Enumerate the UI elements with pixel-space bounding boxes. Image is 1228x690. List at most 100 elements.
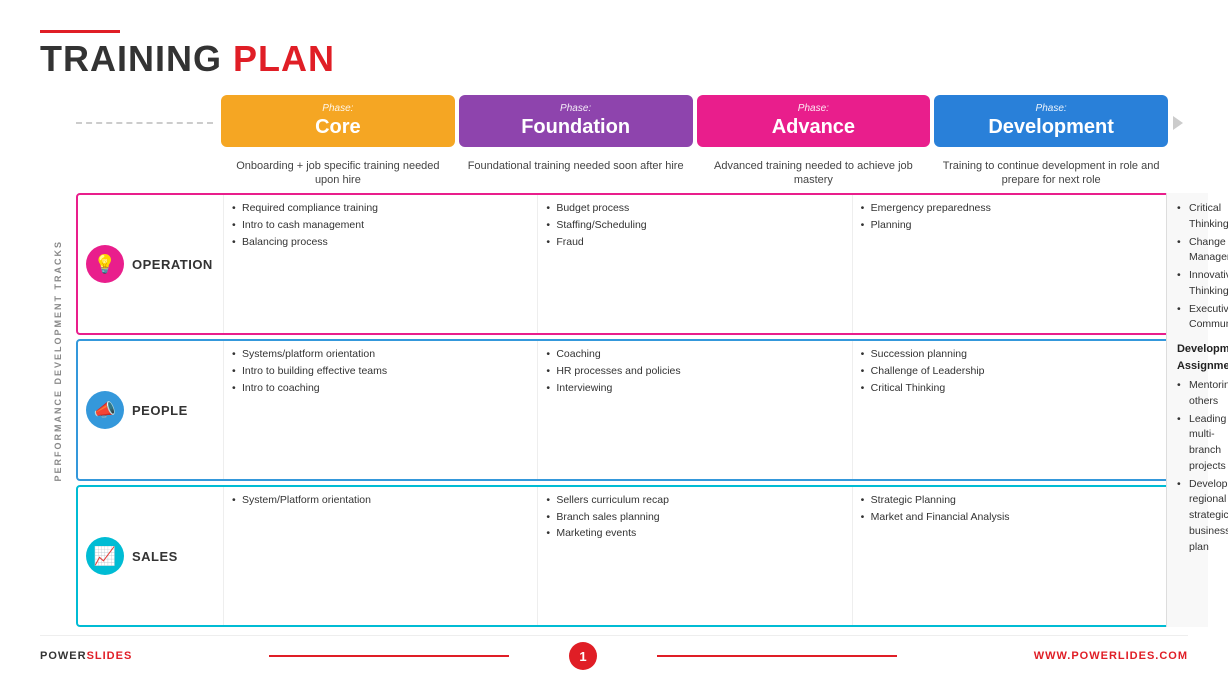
people-core-cell: Systems/platform orientation Intro to bu… bbox=[223, 341, 537, 479]
footer-line-right bbox=[657, 655, 897, 657]
phase-row: Phase: Core Phase: Foundation bbox=[76, 95, 1188, 151]
brand-slides: SLIDES bbox=[87, 650, 133, 662]
footer-brand: POWERSLIDES bbox=[40, 650, 132, 662]
sales-advance-cell: Strategic Planning Market and Financial … bbox=[852, 487, 1166, 625]
title-part2: PLAN bbox=[233, 38, 335, 79]
people-advance-list: Succession planning Challenge of Leaders… bbox=[861, 347, 1158, 395]
desc-core: Onboarding + job specific training neede… bbox=[221, 159, 455, 188]
red-line-decoration bbox=[40, 30, 120, 33]
list-item: Intro to building effective teams bbox=[232, 364, 529, 379]
track-data-operation: Required compliance training Intro to ca… bbox=[223, 195, 1166, 333]
phase-label-foundation: Phase: bbox=[469, 103, 683, 115]
list-item: Sellers curriculum recap bbox=[546, 493, 843, 508]
title-part1: TRAINING bbox=[40, 38, 233, 79]
desc-advance: Advanced training needed to achieve job … bbox=[697, 159, 931, 188]
list-item: Budget process bbox=[546, 201, 843, 216]
phase-name-core: Core bbox=[231, 115, 445, 139]
footer: POWERSLIDES 1 WWW.POWERLIDES.COM bbox=[40, 635, 1188, 670]
sales-advance-list: Strategic Planning Market and Financial … bbox=[861, 493, 1158, 524]
phase-label-advance: Phase: bbox=[707, 103, 921, 115]
footer-line-left bbox=[269, 655, 509, 657]
desc-development: Training to continue development in role… bbox=[934, 159, 1168, 188]
people-advance-cell: Succession planning Challenge of Leaders… bbox=[852, 341, 1166, 479]
list-item: Strategic Planning bbox=[861, 493, 1158, 508]
dev-assignments-title: Developmental Assignments bbox=[1177, 341, 1198, 374]
list-item: Critical Thinking bbox=[861, 381, 1158, 396]
list-item: Succession planning bbox=[861, 347, 1158, 362]
phase-col-core: Phase: Core bbox=[221, 95, 455, 151]
sales-name: SALES bbox=[132, 549, 178, 564]
list-item: Staffing/Scheduling bbox=[546, 218, 843, 233]
list-item: HR processes and policies bbox=[546, 364, 843, 379]
right-arrow-icon bbox=[1173, 116, 1183, 130]
vertical-label: PERFORMANCE DEVELOPMENT TRACKS bbox=[53, 240, 63, 482]
track-data-people: Systems/platform orientation Intro to bu… bbox=[223, 341, 1166, 479]
list-item: Marketing events bbox=[546, 526, 843, 541]
list-item: Develop regional strategic business plan bbox=[1177, 477, 1198, 556]
operation-core-list: Required compliance training Intro to ca… bbox=[232, 201, 529, 249]
track-data-sales: System/Platform orientation Sellers curr… bbox=[223, 487, 1166, 625]
track-label-operation: 💡 OPERATION bbox=[78, 195, 223, 333]
people-name: PEOPLE bbox=[132, 403, 188, 418]
people-foundation-list: Coaching HR processes and policies Inter… bbox=[546, 347, 843, 395]
list-item: Executive Communications bbox=[1177, 302, 1198, 334]
operation-foundation-list: Budget process Staffing/Scheduling Fraud bbox=[546, 201, 843, 249]
slide: TRAINING PLAN PERFORMANCE DEVELOPMENT TR… bbox=[0, 0, 1228, 690]
dev-assignments-list: Mentoring othersLeading multi-branch pro… bbox=[1177, 378, 1198, 555]
list-item: Leading multi-branch projects bbox=[1177, 412, 1198, 475]
brand-power: POWER bbox=[40, 650, 87, 662]
desc-row: Onboarding + job specific training neede… bbox=[76, 159, 1188, 188]
list-item: Mentoring others bbox=[1177, 378, 1198, 410]
people-core-list: Systems/platform orientation Intro to bu… bbox=[232, 347, 529, 395]
sales-icon: 📈 bbox=[86, 537, 124, 575]
development-col-overlay: Critical ThinkingChange ManagementInnova… bbox=[1166, 193, 1208, 627]
dashed-arrow-left bbox=[76, 122, 213, 124]
sales-foundation-cell: Sellers curriculum recap Branch sales pl… bbox=[537, 487, 851, 625]
track-label-people: 📣 PEOPLE bbox=[78, 341, 223, 479]
operation-foundation-cell: Budget process Staffing/Scheduling Fraud bbox=[537, 195, 851, 333]
phases-cols: Phase: Core Phase: Foundation bbox=[221, 95, 1168, 151]
list-item: Challenge of Leadership bbox=[861, 364, 1158, 379]
track-label-sales: 📈 SALES bbox=[78, 487, 223, 625]
list-item: Interviewing bbox=[546, 381, 843, 396]
phase-spacer bbox=[76, 95, 221, 151]
operation-advance-cell: Emergency preparedness Planning bbox=[852, 195, 1166, 333]
content-area: PERFORMANCE DEVELOPMENT TRACKS Phase: Co… bbox=[40, 95, 1188, 627]
list-item: Intro to coaching bbox=[232, 381, 529, 396]
desc-spacer bbox=[76, 159, 221, 188]
dev-phase-list: Critical ThinkingChange ManagementInnova… bbox=[1177, 201, 1198, 333]
list-item: Branch sales planning bbox=[546, 510, 843, 525]
track-row-operation: 💡 OPERATION Required compliance training… bbox=[76, 193, 1188, 335]
list-item: Fraud bbox=[546, 235, 843, 250]
list-item: Required compliance training bbox=[232, 201, 529, 216]
list-item: System/Platform orientation bbox=[232, 493, 529, 508]
dashed-line-left bbox=[76, 122, 213, 124]
tracks-area: 💡 OPERATION Required compliance training… bbox=[76, 193, 1188, 627]
operation-icon: 💡 bbox=[86, 245, 124, 283]
phase-col-advance: Phase: Advance bbox=[697, 95, 931, 151]
sales-core-cell: System/Platform orientation bbox=[223, 487, 537, 625]
track-row-people: 📣 PEOPLE Systems/platform orientation In… bbox=[76, 339, 1188, 481]
sales-foundation-list: Sellers curriculum recap Branch sales pl… bbox=[546, 493, 843, 541]
list-item: Balancing process bbox=[232, 235, 529, 250]
phase-header-development: Phase: Development bbox=[934, 95, 1168, 147]
list-item: Innovative Thinking bbox=[1177, 268, 1198, 300]
page-title: TRAINING PLAN bbox=[40, 39, 1188, 79]
track-row-sales: 📈 SALES System/Platform orientation Sell… bbox=[76, 485, 1188, 627]
table-area: Phase: Core Phase: Foundation bbox=[76, 95, 1188, 627]
phase-name-foundation: Foundation bbox=[469, 115, 683, 139]
sales-core-list: System/Platform orientation bbox=[232, 493, 529, 508]
phase-col-development: Phase: Development bbox=[934, 95, 1168, 151]
list-item: Systems/platform orientation bbox=[232, 347, 529, 362]
phase-header-advance: Phase: Advance bbox=[697, 95, 931, 147]
footer-page-number: 1 bbox=[569, 642, 597, 670]
list-item: Critical Thinking bbox=[1177, 201, 1198, 233]
footer-url: WWW.POWERLIDES.COM bbox=[1034, 650, 1188, 662]
desc-right-spacer bbox=[1168, 159, 1188, 188]
operation-advance-list: Emergency preparedness Planning bbox=[861, 201, 1158, 232]
right-arrow-col bbox=[1168, 95, 1188, 151]
list-item: Coaching bbox=[546, 347, 843, 362]
phase-header-core: Phase: Core bbox=[221, 95, 455, 147]
phase-name-development: Development bbox=[944, 115, 1158, 139]
phase-label-development: Phase: bbox=[944, 103, 1158, 115]
